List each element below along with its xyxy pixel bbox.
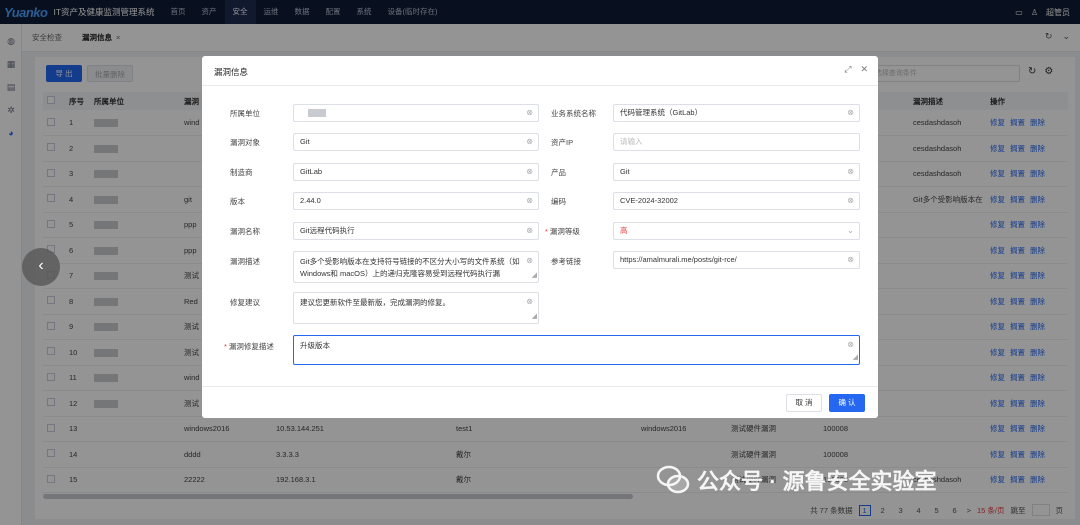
label-name: 漏洞名称 [230, 227, 260, 236]
label-ref: 参考链接 [551, 257, 581, 266]
confirm-button[interactable]: 确 认 [829, 394, 865, 412]
clear-icon[interactable]: ⊗ [526, 164, 533, 180]
vendor-field[interactable]: GitLab ⊗ [293, 163, 539, 181]
label-version: 版本 [230, 197, 245, 206]
label-code: 编码 [551, 197, 566, 206]
version-field[interactable]: 2.44.0 ⊗ [293, 192, 539, 210]
ref-field[interactable]: https://amalmurali.me/posts/git-rce/ ⊗ [613, 251, 860, 269]
name-field[interactable]: Git远程代码执行 ⊗ [293, 222, 539, 240]
fullscreen-icon[interactable]: ⤢ [844, 64, 851, 75]
clear-icon[interactable]: ⊗ [847, 252, 854, 268]
system-field[interactable]: 代码管理系统（GitLab） ⊗ [613, 104, 860, 122]
label-ip: 资产IP [551, 138, 574, 147]
resize-icon[interactable]: ◢ [532, 311, 537, 323]
unit-field[interactable]: ⊗ [293, 104, 539, 122]
ref-value: https://amalmurali.me/posts/git-rce/ [620, 255, 737, 264]
level-select[interactable]: 高 ⌄ [613, 222, 860, 240]
clear-icon[interactable]: ⊗ [526, 134, 533, 150]
watermark: 公众号 · 源鲁安全实验室 [655, 462, 937, 498]
code-value: CVE-2024-32002 [620, 196, 678, 205]
label-unit: 所属单位 [230, 109, 260, 118]
vendor-value: GitLab [300, 167, 323, 176]
version-value: 2.44.0 [300, 196, 321, 205]
label-fix-desc: * 漏洞修复描述 [224, 341, 274, 352]
level-value: 高 [620, 226, 628, 235]
clear-icon[interactable]: ⊗ [526, 105, 533, 121]
dialog-title: 漏洞信息 [214, 67, 249, 77]
advice-textarea[interactable]: 建议您更新软件至最新版，完成漏洞的修复。 ⊗ ◢ [293, 292, 539, 324]
dialog-header: 漏洞信息 ⤢ ✕ [202, 56, 878, 86]
redacted-value [308, 109, 326, 118]
clear-icon[interactable]: ⊗ [526, 193, 533, 209]
label-system: 业务系统名称 [551, 109, 596, 118]
required-mark: * [545, 227, 548, 236]
name-value: Git远程代码执行 [300, 226, 355, 235]
clear-icon[interactable]: ⊗ [526, 223, 533, 239]
clear-icon[interactable]: ⊗ [526, 296, 533, 308]
clear-icon[interactable]: ⊗ [847, 164, 854, 180]
label-desc: 漏洞描述 [230, 257, 260, 266]
product-value: Git [620, 167, 630, 176]
resize-icon[interactable]: ◢ [853, 352, 858, 364]
label-advice: 修复建议 [230, 298, 260, 307]
clear-icon[interactable]: ⊗ [847, 193, 854, 209]
fix-desc-textarea[interactable]: 升级版本 ⊗ ◢ [293, 335, 860, 365]
clear-icon[interactable]: ⊗ [526, 255, 533, 267]
vuln-info-dialog: 漏洞信息 ⤢ ✕ 所属单位 ⊗ 业务系统名称 代码管理系统（GitLab） ⊗ 漏… [202, 56, 878, 418]
code-field[interactable]: CVE-2024-32002 ⊗ [613, 192, 860, 210]
label-vendor: 制造商 [230, 168, 253, 177]
dialog-footer: 取 消 确 认 [202, 386, 878, 418]
wechat-icon [656, 465, 690, 494]
chevron-down-icon[interactable]: ⌄ [847, 223, 854, 239]
resize-icon[interactable]: ◢ [532, 270, 537, 282]
cancel-button[interactable]: 取 消 [786, 394, 822, 412]
label-product: 产品 [551, 168, 566, 177]
clear-icon[interactable]: ⊗ [847, 105, 854, 121]
label-target: 漏洞对象 [230, 138, 260, 147]
target-field[interactable]: Git ⊗ [293, 133, 539, 151]
advice-value: 建议您更新软件至最新版，完成漏洞的修复。 [300, 298, 450, 307]
label-level: * 漏洞等级 [545, 226, 580, 237]
label-level-text: 漏洞等级 [549, 227, 580, 236]
label-fix-desc-text: 漏洞修复描述 [228, 342, 274, 351]
target-value: Git [300, 137, 310, 146]
clear-icon[interactable]: ⊗ [847, 339, 854, 351]
required-mark: * [224, 342, 227, 351]
dialog-tools: ⤢ ✕ [844, 64, 868, 75]
product-field[interactable]: Git ⊗ [613, 163, 860, 181]
ip-field[interactable]: 请输入 [613, 133, 860, 151]
system-value: 代码管理系统（GitLab） [620, 108, 703, 117]
desc-value: Git多个受影响版本在支持符号链接的不区分大小写的文件系统（如Windows和 … [300, 257, 520, 278]
close-icon[interactable]: ✕ [860, 64, 868, 75]
back-arrow-icon[interactable]: ‹ [22, 248, 60, 286]
desc-textarea[interactable]: Git多个受影响版本在支持符号链接的不区分大小写的文件系统（如Windows和 … [293, 251, 539, 283]
watermark-text: 公众号 · 源鲁安全实验室 [697, 469, 937, 494]
fix-desc-value: 升级版本 [300, 341, 330, 350]
